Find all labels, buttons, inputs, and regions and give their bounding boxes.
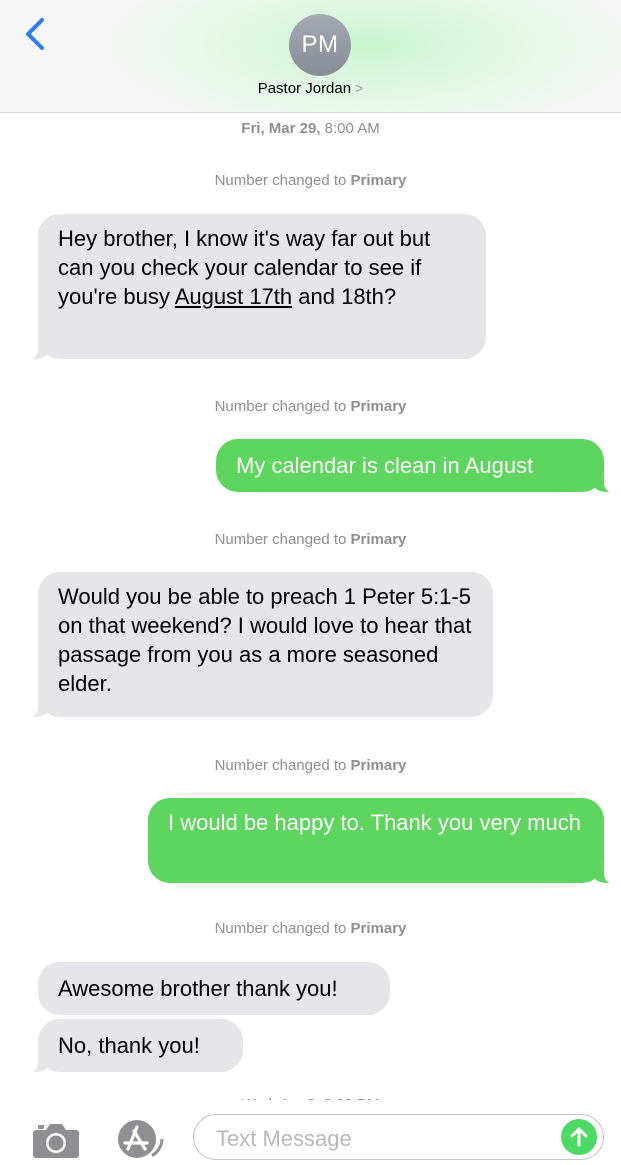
conversation-timestamp: Fri, Mar 29, 8:00 AM <box>0 120 621 137</box>
contact-name-button[interactable]: Pastor Jordan > <box>0 80 621 97</box>
system-notice: Number changed to Primary <box>0 172 621 189</box>
system-notice-value: Primary <box>350 531 407 548</box>
message-bubble-incoming[interactable]: Would you be able to preach 1 Peter 5:1-… <box>24 572 493 718</box>
message-bubble-incoming[interactable]: Awesome brother thank you! <box>38 962 390 1015</box>
send-button[interactable] <box>561 1119 597 1155</box>
message-text: Awesome brother thank you! <box>58 976 338 1001</box>
system-notice: Number changed to Primary <box>0 398 621 415</box>
camera-icon[interactable] <box>32 1118 80 1160</box>
message-text: and 18th? <box>292 284 397 309</box>
system-notice: Number changed to Primary <box>0 757 621 774</box>
system-notice: Number changed to Primary <box>0 920 621 937</box>
system-notice-value: Primary <box>350 920 407 937</box>
message-bubble-incoming[interactable]: No, thank you! <box>24 1019 243 1073</box>
conversation-header: PM Pastor Jordan > <box>0 0 621 113</box>
system-notice-value: Primary <box>350 398 407 415</box>
system-notice: Number changed to Primary <box>0 531 621 548</box>
app-store-icon[interactable] <box>114 1116 170 1162</box>
avatar[interactable]: PM <box>289 14 351 76</box>
message-bubble-outgoing[interactable]: I would be happy to. Thank you very much <box>148 798 618 884</box>
message-text: I would be happy to. Thank you very much <box>168 810 581 835</box>
system-notice-prefix: Number changed to <box>214 757 351 774</box>
message-input-placeholder: Text Message <box>216 1126 352 1151</box>
timestamp-date: Fri, Mar 29, <box>241 120 321 137</box>
date-link[interactable]: August 17th <box>175 284 292 309</box>
message-input[interactable]: Text Message <box>193 1114 604 1160</box>
message-text: My calendar is clean in August <box>236 453 534 478</box>
message-text: No, thank you! <box>58 1033 200 1058</box>
chevron-right-icon: > <box>355 80 364 96</box>
system-notice-value: Primary <box>350 757 407 774</box>
message-text: Would you be able to preach 1 Peter 5:1-… <box>58 584 472 696</box>
system-notice-prefix: Number changed to <box>214 398 351 415</box>
system-notice-value: Primary <box>350 172 407 189</box>
system-notice-prefix: Number changed to <box>214 172 351 189</box>
message-bubble-incoming[interactable]: Hey brother, I know it's way far out but… <box>24 214 486 360</box>
timestamp-time: 8:00 AM <box>320 120 380 137</box>
send-arrow-icon <box>570 1127 588 1147</box>
message-bubble-outgoing[interactable]: My calendar is clean in August <box>216 439 618 493</box>
system-notice-prefix: Number changed to <box>214 531 351 548</box>
system-notice-prefix: Number changed to <box>214 920 351 937</box>
chevron-left-icon[interactable] <box>22 16 52 52</box>
contact-name: Pastor Jordan <box>257 80 352 97</box>
